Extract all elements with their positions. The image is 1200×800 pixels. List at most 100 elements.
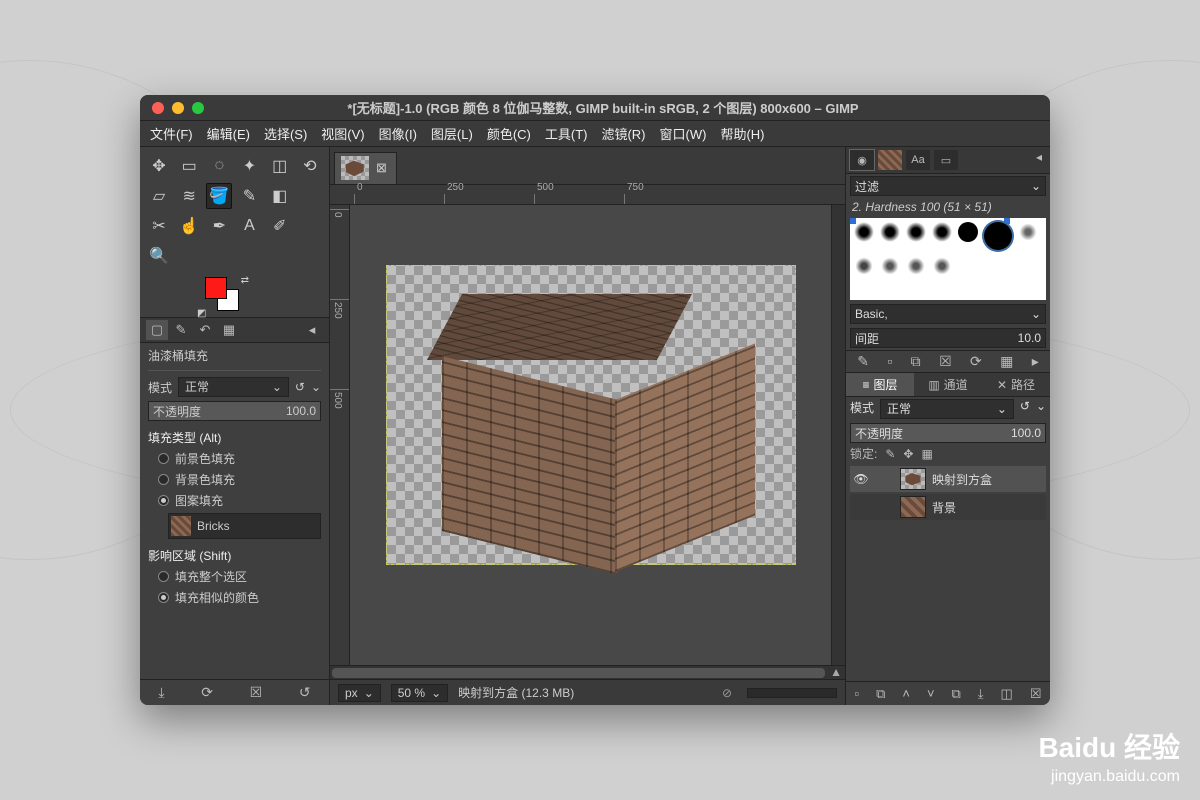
brush-item[interactable] [932, 256, 952, 276]
menu-file[interactable]: 文件(F) [146, 122, 197, 145]
layer-down-icon[interactable]: ˅ [927, 686, 935, 701]
window-zoom-button[interactable] [192, 102, 204, 114]
tool-perspective[interactable]: ▱ [146, 183, 172, 209]
tool-rect-select[interactable]: ▭ [176, 153, 202, 179]
brush-item[interactable] [854, 222, 874, 242]
radio-affect-whole[interactable]: 填充整个选区 [148, 568, 321, 585]
menu-colors[interactable]: 颜色(C) [483, 122, 535, 145]
layer-visibility-icon[interactable]: 👁 [852, 472, 870, 486]
tab-brushes[interactable]: ◉ [850, 150, 874, 170]
horizontal-scrollbar[interactable]: ▲ [330, 665, 845, 679]
tool-text[interactable]: A [236, 213, 262, 239]
tool-transform[interactable]: ⟲ [297, 153, 323, 179]
mode-select[interactable]: 正常⌄ [178, 377, 289, 397]
brush-asgrid-icon[interactable]: ▦ [1000, 353, 1013, 370]
layer-row-2[interactable]: 👁 背景 [850, 494, 1046, 520]
brush-item[interactable] [1018, 222, 1038, 242]
layer-up-icon[interactable]: ˄ [902, 686, 910, 701]
swap-colors-icon[interactable]: ⇄ [241, 275, 249, 286]
mode-reset-icon[interactable]: ↺ [295, 380, 305, 394]
hscroll-thumb[interactable] [332, 668, 825, 678]
tool-bucket-fill[interactable]: 🪣 [206, 183, 232, 209]
brush-item-selected[interactable] [984, 222, 1012, 250]
canvas[interactable] [386, 265, 796, 565]
tool-path[interactable]: ✒ [206, 213, 232, 239]
layer-new-icon[interactable]: ▫ [854, 686, 859, 701]
color-swatches[interactable]: ⇄ ◩ [205, 277, 255, 317]
brush-filter-select[interactable]: 过滤⌄ [850, 176, 1046, 196]
opacity-slider[interactable]: 不透明度 100.0 [148, 401, 321, 421]
radio-fill-fg[interactable]: 前景色填充 [148, 450, 321, 467]
brush-refresh-icon[interactable]: ⟳ [970, 353, 982, 370]
window-minimize-button[interactable] [172, 102, 184, 114]
image-tab-1[interactable]: ⊠ [334, 152, 397, 184]
tab-fonts[interactable]: Aa [906, 150, 930, 170]
tab-channels[interactable]: ▥ 通道 [914, 373, 982, 396]
tool-warp[interactable]: ≋ [176, 183, 202, 209]
menu-layer[interactable]: 图层(L) [427, 122, 477, 145]
tool-move[interactable]: ✥ [146, 153, 172, 179]
menu-image[interactable]: 图像(I) [375, 122, 421, 145]
quick-nav-icon[interactable]: ▲ [830, 665, 842, 679]
save-preset-icon[interactable]: ⤓ [158, 684, 164, 701]
brush-preset-select[interactable]: Basic,⌄ [850, 304, 1046, 324]
unit-select[interactable]: px⌄ [338, 684, 381, 702]
ruler-horizontal[interactable]: 0 250 500 750 [330, 185, 845, 205]
tab-tool-options[interactable]: ▢ [146, 320, 168, 340]
brush-item[interactable] [958, 222, 978, 242]
brush-item[interactable] [854, 256, 874, 276]
tool-paintbrush[interactable]: ✎ [236, 183, 262, 209]
canvas-viewport[interactable] [350, 205, 831, 665]
tool-clone[interactable]: ✂ [146, 213, 172, 239]
brush-duplicate-icon[interactable]: ⧉ [911, 353, 921, 370]
brush-edit-icon[interactable]: ✎ [857, 353, 869, 370]
menu-help[interactable]: 帮助(H) [716, 122, 768, 145]
layer-group-icon[interactable]: ⧉ [876, 686, 885, 702]
tab-paths[interactable]: ✕ 路径 [982, 373, 1050, 396]
layer-mode-reset-icon[interactable]: ↺ [1020, 399, 1030, 419]
brush-new-icon[interactable]: ▫ [887, 353, 892, 370]
menu-select[interactable]: 选择(S) [260, 122, 311, 145]
tab-patterns[interactable] [878, 150, 902, 170]
radio-fill-pattern[interactable]: 图案填充 [148, 492, 321, 509]
image-tab-close-icon[interactable]: ⊠ [373, 160, 390, 176]
layer-name-2[interactable]: 背景 [932, 499, 956, 516]
menu-filters[interactable]: 滤镜(R) [597, 122, 649, 145]
layer-row-1[interactable]: 👁 映射到方盒 [850, 466, 1046, 492]
reset-preset-icon[interactable]: ↺ [299, 684, 311, 701]
radio-affect-similar[interactable]: 填充相似的颜色 [148, 589, 321, 606]
tool-zoom[interactable]: 🔍 [146, 243, 172, 269]
brush-grid[interactable] [850, 218, 1046, 300]
layer-mode-select[interactable]: 正常⌄ [880, 399, 1014, 419]
tab-images[interactable]: ▦ [218, 320, 240, 340]
menu-tools[interactable]: 工具(T) [541, 122, 592, 145]
window-close-button[interactable] [152, 102, 164, 114]
layer-name-1[interactable]: 映射到方盒 [932, 471, 992, 488]
tool-crop[interactable]: ◫ [267, 153, 293, 179]
tool-color-picker[interactable]: ✐ [267, 213, 293, 239]
brush-item[interactable] [880, 222, 900, 242]
tool-free-select[interactable]: ◌ [206, 153, 232, 179]
tab-device-status[interactable]: ✎ [170, 320, 192, 340]
menu-edit[interactable]: 编辑(E) [203, 122, 254, 145]
cancel-icon[interactable]: ⊘ [717, 686, 737, 700]
tab-history[interactable]: ▭ [934, 150, 958, 170]
layer-opacity-slider[interactable]: 不透明度 100.0 [850, 423, 1046, 443]
tab-layers[interactable]: ≡ 图层 [846, 373, 914, 396]
pattern-select[interactable]: Bricks [168, 513, 321, 539]
fg-color-swatch[interactable] [205, 277, 227, 299]
tool-eraser[interactable]: ◧ [267, 183, 293, 209]
menu-view[interactable]: 视图(V) [317, 122, 368, 145]
restore-preset-icon[interactable]: ⟳ [201, 684, 213, 701]
radio-fill-bg[interactable]: 背景色填充 [148, 471, 321, 488]
brush-open-icon[interactable]: ▸ [1032, 353, 1039, 370]
layer-mask-icon[interactable]: ◫ [1001, 686, 1013, 702]
tab-menu-icon[interactable]: ◂ [301, 320, 323, 340]
layer-merge-icon[interactable]: ⤓ [978, 686, 984, 702]
zoom-select[interactable]: 50 %⌄ [391, 684, 448, 702]
delete-preset-icon[interactable]: ☒ [250, 684, 263, 701]
tool-smudge[interactable]: ☝ [176, 213, 202, 239]
brush-item[interactable] [932, 222, 952, 242]
brush-item[interactable] [906, 222, 926, 242]
layer-delete-icon[interactable]: ☒ [1030, 686, 1042, 702]
